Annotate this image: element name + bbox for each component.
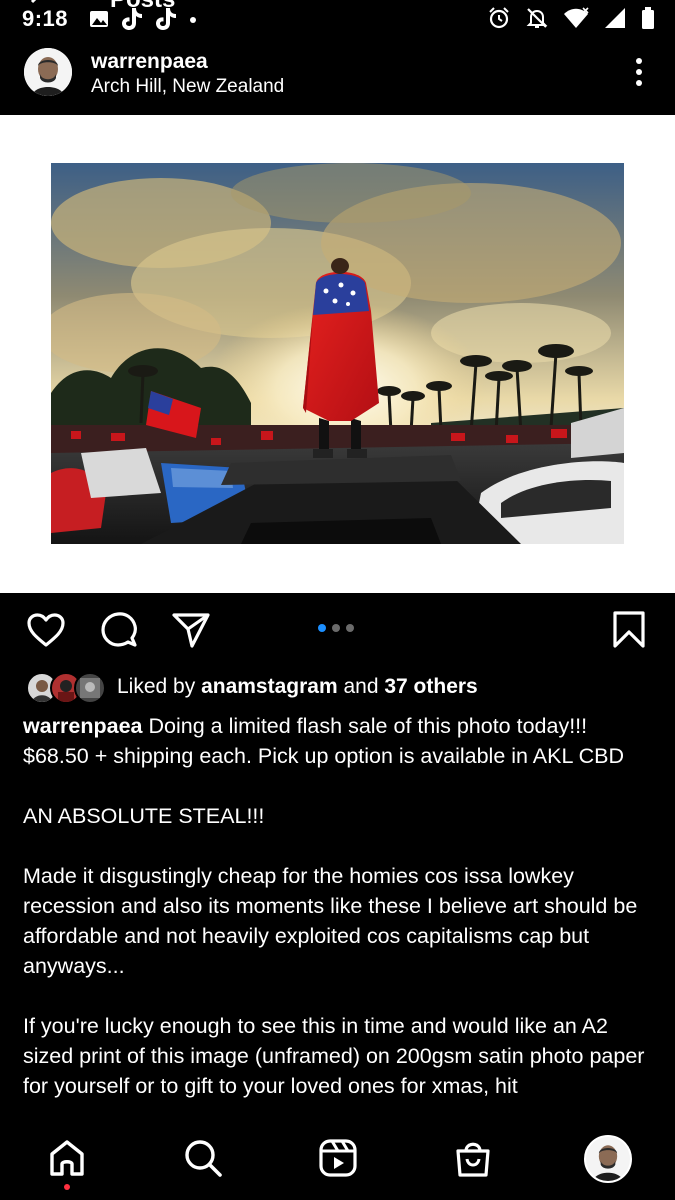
tiktok-icon: [156, 8, 176, 30]
more-options-icon[interactable]: [628, 56, 650, 88]
caption-paragraph-3: Made it disgustingly cheap for the homie…: [23, 864, 638, 978]
liked-by-prefix: Liked by: [117, 675, 196, 698]
liked-by-and: and: [343, 675, 379, 698]
gallery-icon: [90, 11, 108, 27]
shop-icon[interactable]: [453, 1138, 493, 1178]
photo-scene: [51, 163, 624, 544]
post-username[interactable]: warrenpaea: [91, 50, 208, 74]
post-photo: [51, 163, 624, 544]
wifi-icon: [564, 7, 589, 28]
liked-by-text: Liked by anamstagram and 37 others: [117, 675, 478, 699]
comment-icon[interactable]: [99, 610, 139, 650]
likes-row[interactable]: Liked by anamstagram and 37 others: [24, 670, 664, 704]
post-header: warrenpaea Arch Hill, New Zealand: [0, 40, 675, 115]
tiktok-icon: [122, 8, 142, 30]
status-left-icons: [88, 6, 198, 32]
caption-paragraph-4: If you're lucky enough to see this in ti…: [23, 1014, 645, 1098]
post-location[interactable]: Arch Hill, New Zealand: [91, 76, 284, 98]
signal-icon: [605, 8, 625, 28]
profile-avatar[interactable]: [584, 1135, 632, 1183]
carousel-dot: [332, 624, 340, 632]
carousel-dot-active: [318, 624, 326, 632]
caption-paragraph-1: warrenpaea Doing a limited flash sale of…: [23, 711, 658, 771]
heart-icon[interactable]: [26, 612, 66, 648]
home-icon[interactable]: [48, 1138, 86, 1178]
share-icon[interactable]: [171, 611, 211, 649]
post-image-frame[interactable]: [0, 115, 675, 593]
alarm-icon: [489, 7, 509, 29]
liker-avatars: [26, 672, 106, 704]
home-notification-dot: [64, 1184, 70, 1190]
mute-icon: [526, 8, 548, 28]
bottom-nav: [0, 1120, 675, 1200]
post-actions: [0, 600, 675, 660]
liked-by-user[interactable]: anamstagram: [201, 675, 338, 698]
search-icon[interactable]: [183, 1138, 223, 1178]
carousel-dot: [346, 624, 354, 632]
dot-icon: [190, 17, 196, 23]
status-right-icons: [487, 6, 655, 30]
battery-icon: [642, 7, 654, 29]
avatar[interactable]: [24, 48, 72, 96]
post-caption: warrenpaea Doing a limited flash sale of…: [23, 711, 658, 1116]
liked-by-others[interactable]: 37 others: [384, 675, 477, 698]
caption-username[interactable]: warrenpaea: [23, 714, 143, 738]
status-bar: Posts 9:18: [0, 0, 675, 40]
profile-avatar-image: [586, 1137, 630, 1181]
bookmark-icon[interactable]: [612, 610, 646, 650]
status-time: 9:18: [22, 6, 69, 31]
liker-avatar: [74, 672, 106, 704]
user-avatar-image: [24, 48, 72, 96]
carousel-indicator: [318, 624, 354, 632]
caption-paragraph-2: AN ABSOLUTE STEAL!!!: [23, 804, 265, 828]
reels-icon[interactable]: [318, 1138, 358, 1178]
